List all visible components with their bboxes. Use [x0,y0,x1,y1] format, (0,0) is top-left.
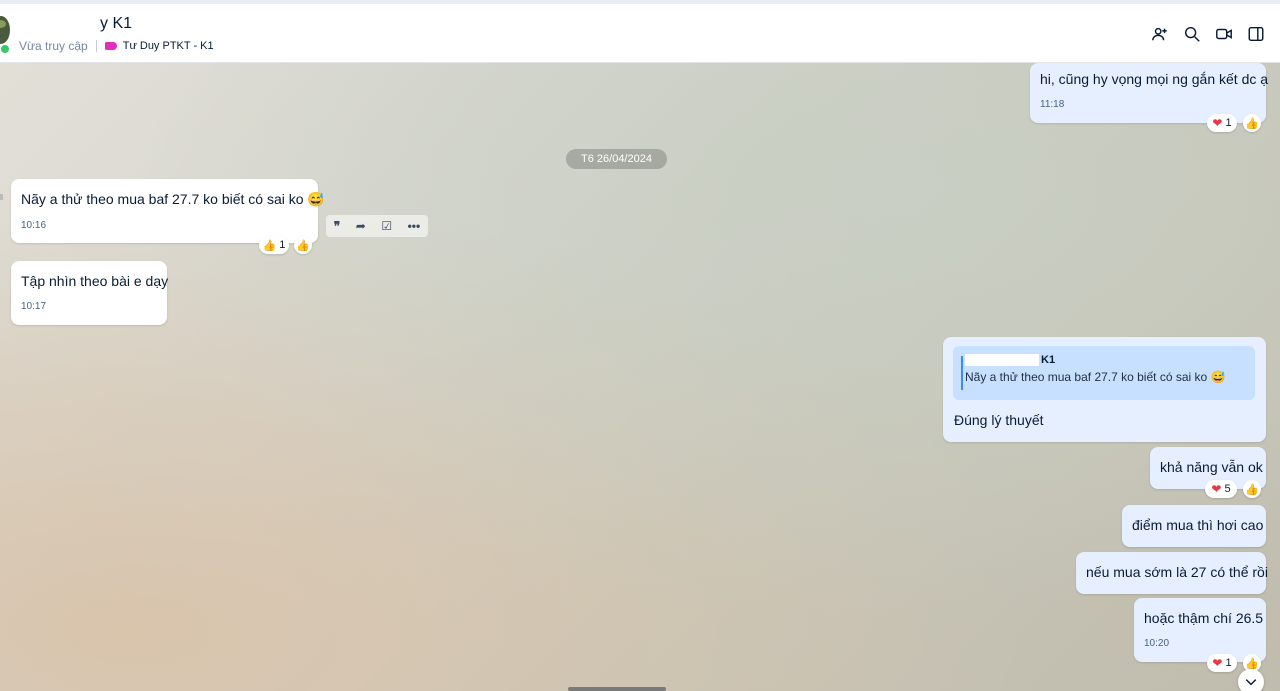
message-text: Nãy a thử theo mua baf 27.7 ko biết có s… [21,191,325,207]
message-text: Tập nhìn theo bài e dạy [21,273,169,289]
quote-reply-icon[interactable]: ❞ [334,219,340,233]
message-list[interactable]: hi, cũng hy vọng mọi ng gắn kết dc ạ 11:… [0,63,1280,691]
message-time: 10:17 [21,301,47,312]
conversation-label[interactable]: Tư Duy PTKT - K1 [123,40,214,52]
scroll-to-bottom-button[interactable] [1238,669,1264,691]
like-icon[interactable]: 👍 [1243,480,1261,498]
heart-icon: ❤ [1212,116,1223,130]
label-tag-icon[interactable] [104,42,117,50]
forward-icon[interactable]: ➦ [356,219,366,233]
reaction-badge[interactable]: 👍 1 [259,236,289,254]
thumbs-up-icon: 👍 [262,239,277,252]
message-bubble[interactable]: nếu mua sớm là 27 có thể rồi [1076,552,1268,594]
reaction-badge[interactable]: ❤ 1 [1207,114,1237,132]
sender-avatar-edge [0,194,3,200]
reaction-badge[interactable]: ❤ 5 [1205,480,1237,498]
message-bubble[interactable]: Tập nhìn theo bài e dạy 10:17 [11,261,169,325]
video-call-icon[interactable] [1214,24,1234,44]
message-text: nếu mua sớm là 27 có thể rồi [1086,564,1268,580]
composer-edge [568,687,666,691]
message-bubble[interactable]: Nãy a thử theo mua baf 27.7 ko biết có s… [11,179,325,243]
message-text: Đúng lý thuyết [954,412,1044,428]
message-text: điểm mua thì hơi cao [1132,517,1264,533]
message-text: khả năng vẫn ok [1160,459,1263,475]
message-bubble[interactable]: điểm mua thì hơi cao [1122,505,1266,547]
message-text: hi, cũng hy vọng mọi ng gắn kết dc ạ [1040,71,1269,87]
message-time: 10:16 [21,220,47,231]
heart-icon: ❤ [1211,482,1222,496]
conversation-subtitle: Vừa truy cập Tư Duy PTKT - K1 [19,39,214,53]
quoted-text: Nãy a thử theo mua baf 27.7 ko biết có s… [965,370,1226,385]
message-time: 10:20 [1144,638,1170,649]
message-text: hoặc thậm chí 26.5 [1144,610,1264,626]
date-divider: T6 26/04/2024 [566,149,667,169]
add-member-icon[interactable] [1150,24,1170,44]
redacted-name [22,16,100,31]
header-actions [1150,24,1266,44]
task-icon[interactable]: ☑ [381,219,392,233]
chat-header: y K1 Vừa truy cập Tư Duy PTKT - K1 [0,4,1280,63]
more-icon[interactable]: ••• [408,219,421,233]
reply-message-bubble[interactable]: K1 Nãy a thử theo mua baf 27.7 ko biết c… [943,337,1266,442]
message-bubble[interactable]: hoặc thậm chí 26.5 10:20 [1134,598,1266,662]
subtitle-divider [95,40,97,52]
reaction-badge[interactable]: ❤ 1 [1207,654,1237,672]
chevron-down-icon [1245,679,1257,686]
message-time: 11:18 [1040,99,1065,110]
heart-icon: ❤ [1212,656,1223,670]
like-icon[interactable]: 👍 [294,236,312,254]
quoted-message[interactable]: K1 Nãy a thử theo mua baf 27.7 ko biết c… [953,346,1255,400]
redacted-name [965,354,1039,367]
sidebar-toggle-icon[interactable] [1246,24,1266,44]
message-actions: ❞ ➦ ☑ ••• [326,215,428,237]
conversation-title[interactable]: y K1 [22,15,132,33]
last-seen-status: Vừa truy cập [19,39,88,53]
quoted-sender: K1 [965,354,1245,367]
search-icon[interactable] [1182,24,1202,44]
avatar[interactable] [0,16,10,44]
like-icon[interactable]: 👍 [1243,114,1261,132]
online-status-dot [0,44,10,54]
